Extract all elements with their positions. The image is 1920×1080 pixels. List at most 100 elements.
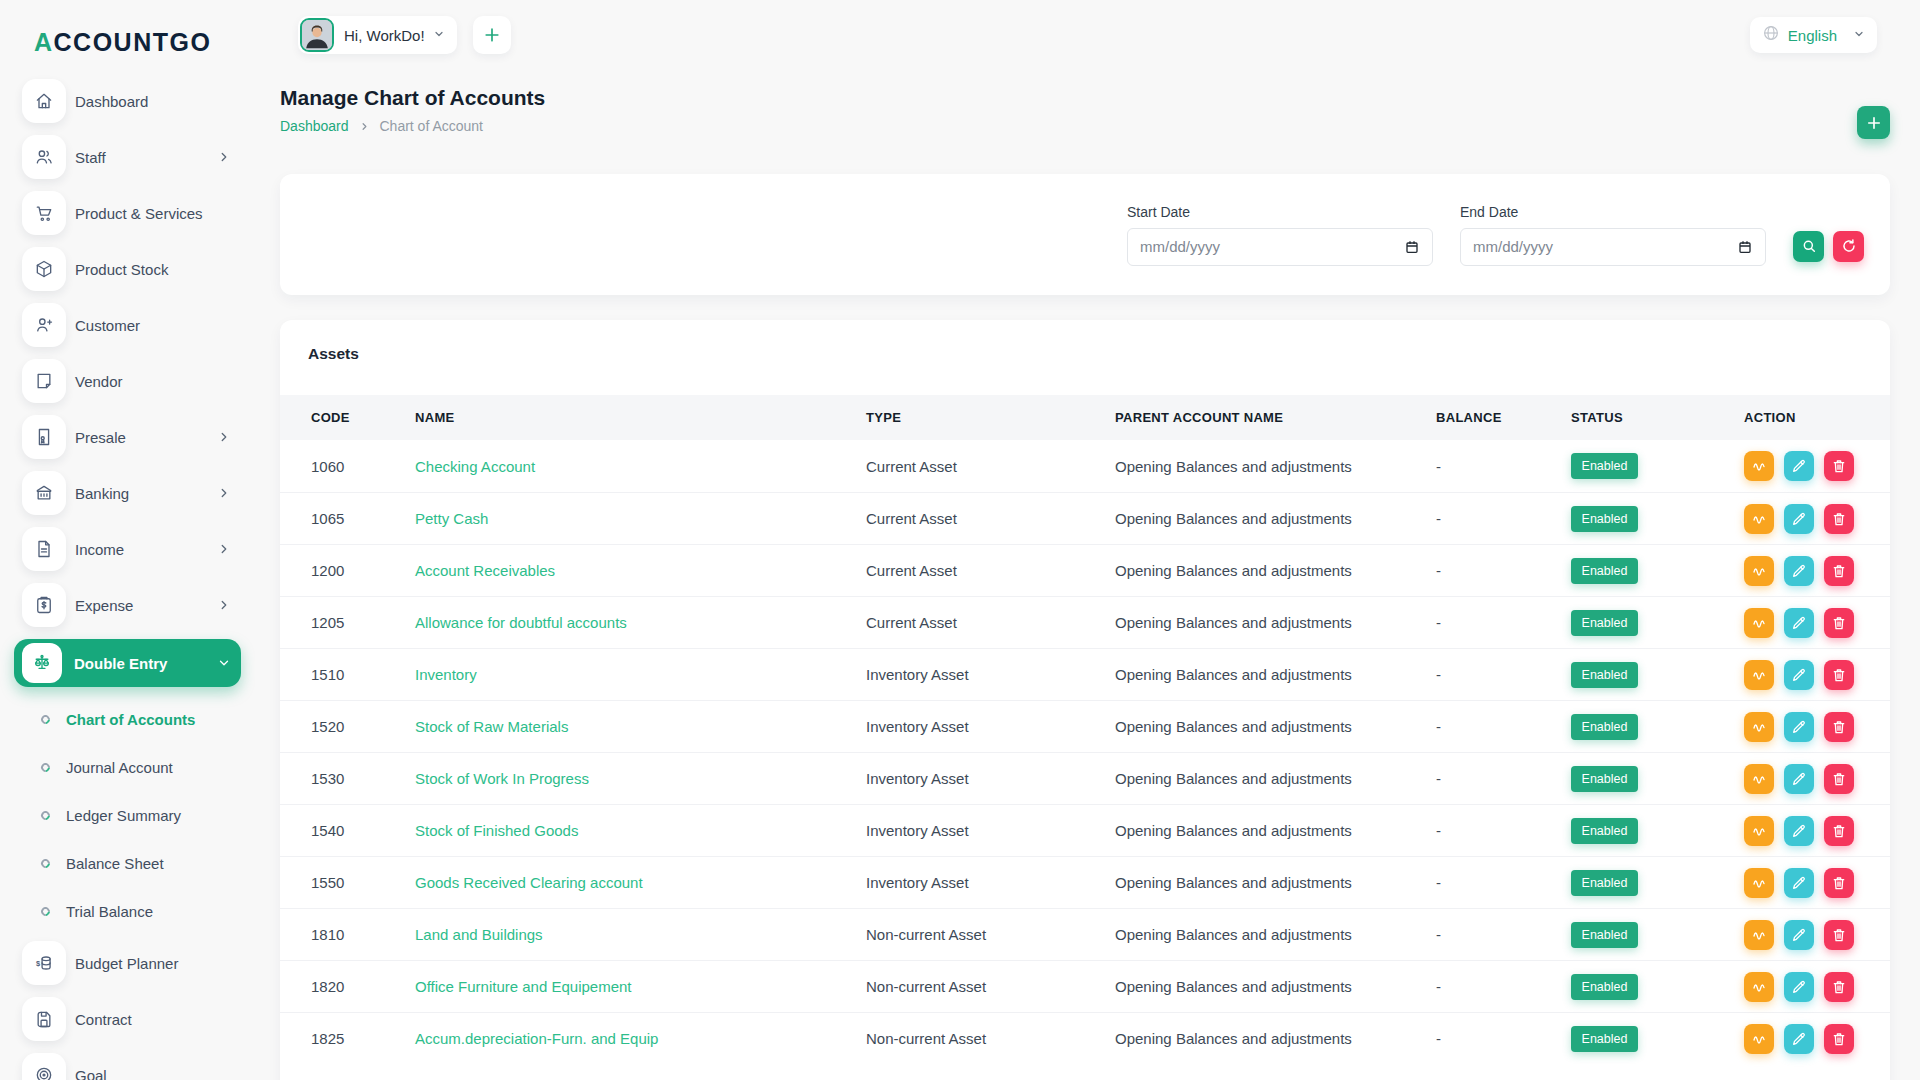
sidebar-item-customer[interactable]: Customer — [14, 303, 241, 347]
transactions-button[interactable] — [1744, 764, 1774, 794]
edit-button[interactable] — [1784, 868, 1814, 898]
sidebar-item-label: Dashboard — [75, 93, 148, 110]
sidebar-item-product-services[interactable]: Product & Services — [14, 191, 241, 235]
brand-logo[interactable]: ACCOUNTGO — [0, 0, 255, 57]
sidebar-item-double-entry[interactable]: Double Entry — [14, 639, 241, 687]
status-badge: Enabled — [1571, 1026, 1638, 1052]
sidebar-item-expense[interactable]: Expense — [14, 583, 241, 627]
account-name-link[interactable]: Checking Account — [415, 458, 866, 475]
action-buttons — [1744, 504, 1864, 534]
account-name-link[interactable]: Stock of Raw Materials — [415, 718, 866, 735]
account-name-link[interactable]: Allowance for doubtful accounts — [415, 614, 866, 631]
account-name-link[interactable]: Stock of Finished Goods — [415, 822, 866, 839]
sidebar-subitem-balance-sheet[interactable]: Balance Sheet — [14, 845, 241, 881]
breadcrumb-dashboard-link[interactable]: Dashboard — [280, 118, 349, 134]
delete-button[interactable] — [1824, 504, 1854, 534]
account-name-link[interactable]: Goods Received Clearing account — [415, 874, 866, 891]
sidebar-item-presale[interactable]: Presale — [14, 415, 241, 459]
edit-button[interactable] — [1784, 920, 1814, 950]
table-body: 1060Checking AccountCurrent AssetOpening… — [280, 440, 1890, 1064]
transactions-button[interactable] — [1744, 920, 1774, 950]
delete-button[interactable] — [1824, 972, 1854, 1002]
parent-account-name: Opening Balances and adjustments — [1115, 718, 1436, 735]
transactions-button[interactable] — [1744, 816, 1774, 846]
delete-button[interactable] — [1824, 764, 1854, 794]
svg-text:$: $ — [36, 959, 41, 968]
status-badge: Enabled — [1571, 870, 1638, 896]
sidebar-item-vendor[interactable]: Vendor — [14, 359, 241, 403]
end-date-input[interactable]: mm/dd/yyyy — [1460, 228, 1766, 266]
delete-button[interactable] — [1824, 1024, 1854, 1054]
sidebar-item-label: Presale — [75, 429, 126, 446]
account-name-link[interactable]: Inventory — [415, 666, 866, 683]
language-selector[interactable]: English — [1750, 17, 1877, 53]
transactions-button[interactable] — [1744, 1024, 1774, 1054]
sidebar-item-contract[interactable]: Contract — [14, 997, 241, 1041]
account-name-link[interactable]: Accum.depreciation-Furn. and Equip — [415, 1030, 866, 1047]
sidebar-item-income[interactable]: Income — [14, 527, 241, 571]
transactions-button[interactable] — [1744, 712, 1774, 742]
transactions-button[interactable] — [1744, 972, 1774, 1002]
transactions-button[interactable] — [1744, 556, 1774, 586]
table-row: 1550Goods Received Clearing accountInven… — [280, 856, 1890, 908]
search-button[interactable] — [1793, 231, 1824, 262]
transactions-button[interactable] — [1744, 660, 1774, 690]
sidebar-item-dashboard[interactable]: Dashboard — [14, 79, 241, 123]
edit-button[interactable] — [1784, 660, 1814, 690]
account-name-link[interactable]: Land and Buildings — [415, 926, 866, 943]
transactions-button[interactable] — [1744, 504, 1774, 534]
sidebar-item-staff[interactable]: Staff — [14, 135, 241, 179]
sidebar-subitem-journal-account[interactable]: Journal Account — [14, 749, 241, 785]
file-icon — [22, 527, 66, 571]
edit-button[interactable] — [1784, 972, 1814, 1002]
quick-add-button[interactable] — [473, 16, 511, 54]
bullet-icon — [39, 857, 52, 870]
delete-button[interactable] — [1824, 608, 1854, 638]
edit-button[interactable] — [1784, 816, 1814, 846]
transactions-button[interactable] — [1744, 608, 1774, 638]
account-code: 1810 — [311, 926, 415, 943]
calendar-icon[interactable] — [1404, 239, 1420, 255]
account-code: 1200 — [311, 562, 415, 579]
sidebar-subitem-trial-balance[interactable]: Trial Balance — [14, 893, 241, 929]
account-name-link[interactable]: Account Receivables — [415, 562, 866, 579]
account-code: 1520 — [311, 718, 415, 735]
parent-account-name: Opening Balances and adjustments — [1115, 666, 1436, 683]
account-name-link[interactable]: Stock of Work In Progress — [415, 770, 866, 787]
transactions-button[interactable] — [1744, 451, 1774, 481]
sidebar-subitem-ledger-summary[interactable]: Ledger Summary — [14, 797, 241, 833]
bank-icon — [22, 471, 66, 515]
edit-button[interactable] — [1784, 504, 1814, 534]
start-date-input[interactable]: mm/dd/yyyy — [1127, 228, 1433, 266]
edit-button[interactable] — [1784, 1024, 1814, 1054]
chevron-right-icon — [217, 598, 231, 612]
sidebar-item-goal[interactable]: Goal — [14, 1053, 241, 1080]
edit-button[interactable] — [1784, 608, 1814, 638]
sidebar-subitem-label: Balance Sheet — [66, 855, 164, 872]
edit-button[interactable] — [1784, 451, 1814, 481]
delete-button[interactable] — [1824, 816, 1854, 846]
edit-button[interactable] — [1784, 556, 1814, 586]
account-type: Inventory Asset — [866, 770, 1115, 787]
edit-button[interactable] — [1784, 764, 1814, 794]
status-badge: Enabled — [1571, 610, 1638, 636]
sidebar-item-banking[interactable]: Banking — [14, 471, 241, 515]
delete-button[interactable] — [1824, 920, 1854, 950]
transactions-button[interactable] — [1744, 868, 1774, 898]
calendar-icon[interactable] — [1737, 239, 1753, 255]
avatar — [300, 18, 334, 52]
account-name-link[interactable]: Petty Cash — [415, 510, 866, 527]
sidebar-item-budget-planner[interactable]: $Budget Planner — [14, 941, 241, 985]
reset-button[interactable] — [1833, 231, 1864, 262]
delete-button[interactable] — [1824, 556, 1854, 586]
create-account-button[interactable] — [1857, 106, 1890, 139]
user-menu[interactable]: Hi, WorkDo! — [298, 16, 457, 54]
delete-button[interactable] — [1824, 660, 1854, 690]
edit-button[interactable] — [1784, 712, 1814, 742]
sidebar-item-product-stock[interactable]: Product Stock — [14, 247, 241, 291]
delete-button[interactable] — [1824, 868, 1854, 898]
delete-button[interactable] — [1824, 712, 1854, 742]
delete-button[interactable] — [1824, 451, 1854, 481]
sidebar-subitem-chart-of-accounts[interactable]: Chart of Accounts — [14, 701, 241, 737]
account-name-link[interactable]: Office Furniture and Equipement — [415, 978, 866, 995]
